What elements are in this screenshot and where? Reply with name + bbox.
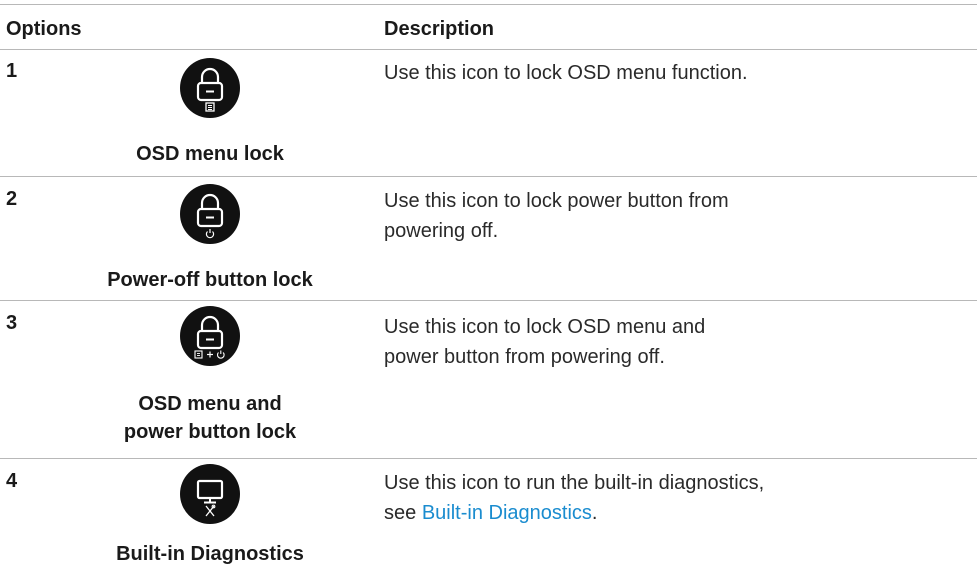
header-rule xyxy=(0,49,977,50)
lock-power-icon xyxy=(180,184,240,244)
row-caption: Built-in Diagnostics xyxy=(116,543,304,565)
row-rule xyxy=(0,176,977,177)
header-description: Description xyxy=(384,18,495,40)
row-rule xyxy=(0,300,977,301)
lock-menu-power-icon xyxy=(180,306,240,366)
row-rule xyxy=(0,458,977,459)
row-description: Use this icon to run the built-in diagno… xyxy=(384,468,784,528)
row-description: Use this icon to lock OSD menu and power… xyxy=(384,316,706,368)
row-number: 1 xyxy=(6,60,18,82)
table-top-rule xyxy=(0,4,977,5)
row-description: Use this icon to lock OSD menu function. xyxy=(384,62,748,84)
row-caption: OSD menu lock xyxy=(136,143,284,165)
monitor-tools-icon xyxy=(180,464,240,524)
header-options: Options xyxy=(6,18,82,40)
lock-menu-icon xyxy=(180,58,240,118)
row-number: 2 xyxy=(6,188,18,210)
row-caption: Power-off button lock xyxy=(107,269,313,291)
description-suffix: . xyxy=(591,502,598,524)
row-number: 3 xyxy=(6,312,18,334)
built-in-diagnostics-link[interactable]: Built-in Diagnostics xyxy=(422,502,592,524)
row-caption: OSD menu and power button lock xyxy=(123,393,297,443)
row-description: Use this icon to lock power button from … xyxy=(384,190,729,242)
row-number: 4 xyxy=(6,470,18,492)
